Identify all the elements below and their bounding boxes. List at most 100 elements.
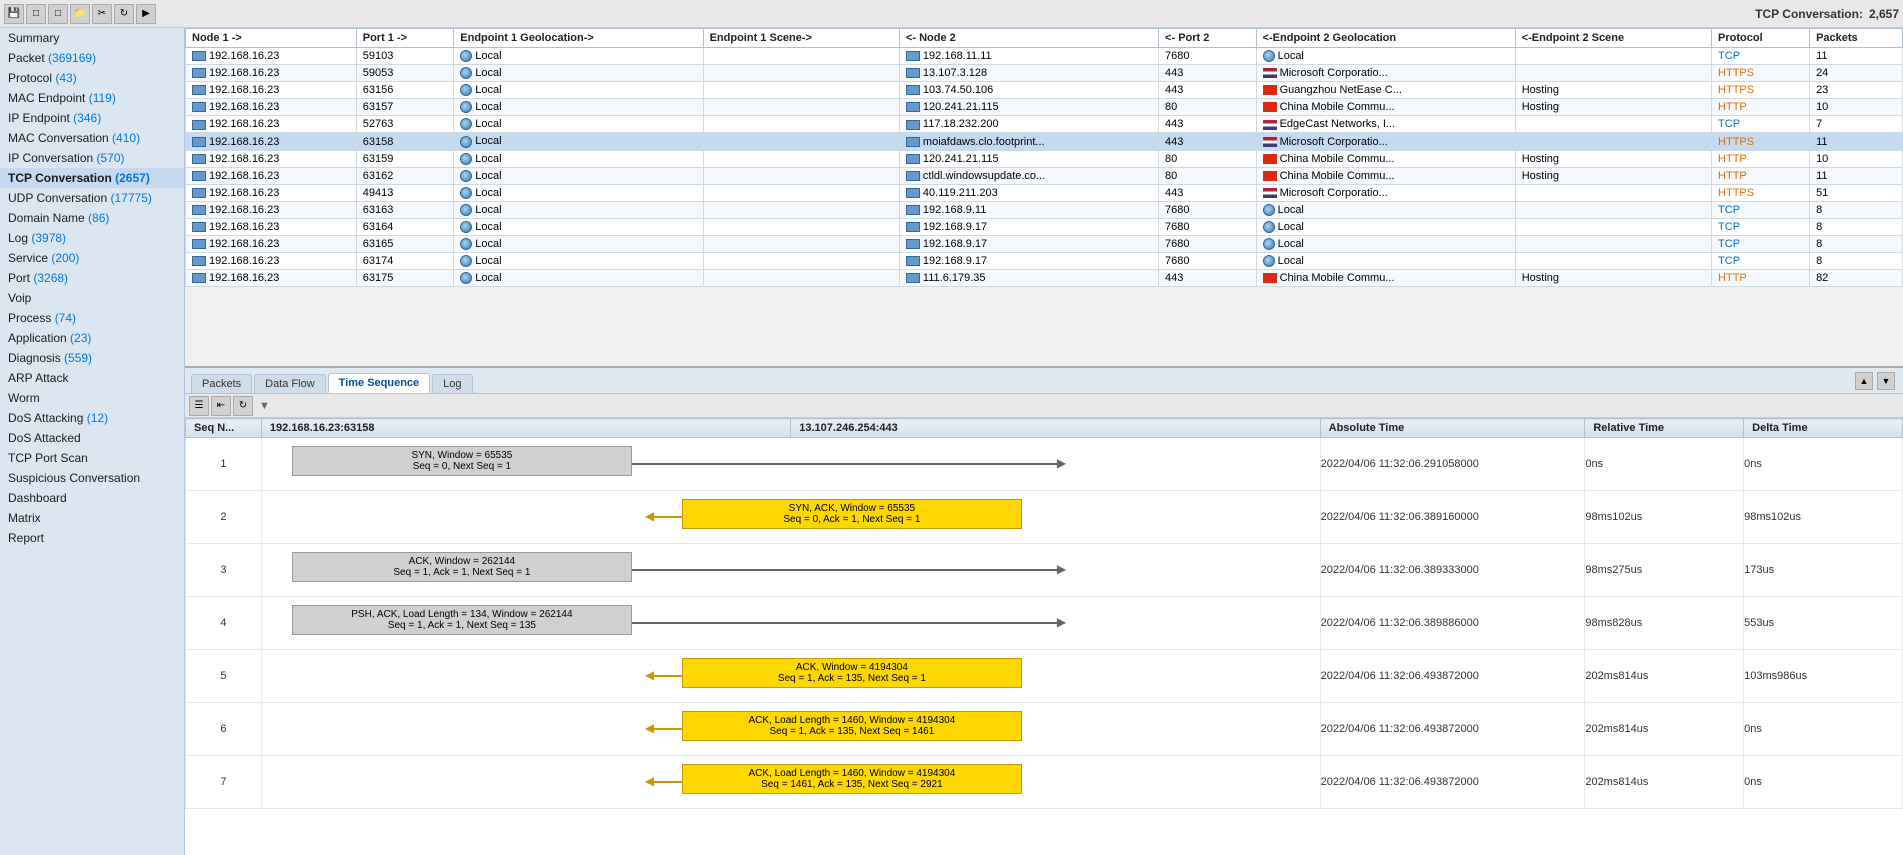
geo2-cell: China Mobile Commu... [1256,270,1515,287]
scene2-cell [1515,116,1711,133]
geo2-cell: China Mobile Commu... [1256,167,1515,184]
table-row[interactable]: 192.168.16.2363159Local120.241.21.11580C… [186,150,1903,167]
sidebar-item-application[interactable]: Application (23) [0,328,184,348]
sidebar-item-mac-endpoint[interactable]: MAC Endpoint (119) [0,88,184,108]
sidebar-item-dos-attacked[interactable]: DoS Attacked [0,428,184,448]
table-row[interactable]: 192.168.16.2363165Local192.168.9.177680L… [186,236,1903,253]
table-row[interactable]: 192.168.16.2363162Localctldl.windowsupda… [186,167,1903,184]
packets-cell: 8 [1810,218,1903,235]
geo2-cell: Microsoft Corporatio... [1256,133,1515,150]
sidebar-item-suspicious-conversation[interactable]: Suspicious Conversation [0,468,184,488]
sidebar-item-protocol[interactable]: Protocol (43) [0,68,184,88]
table-col-protocol[interactable]: Protocol [1712,29,1810,48]
table-row[interactable]: 192.168.16.2363174Local192.168.9.177680L… [186,253,1903,270]
protocol-cell: TCP [1712,48,1810,65]
toolbar-btn-play[interactable]: ▶ [136,4,156,24]
toolbar-btn-cut[interactable]: ✂ [92,4,112,24]
tab-time-sequence[interactable]: Time Sequence [328,373,431,393]
table-col-endpoint-1-scene--[interactable]: Endpoint 1 Scene-> [703,29,899,48]
table-col-endpoint-1-geolocation--[interactable]: Endpoint 1 Geolocation-> [454,29,703,48]
sidebar-item-voip[interactable]: Voip [0,288,184,308]
sidebar: SummaryPacket (369169)Protocol (43)MAC E… [0,28,185,855]
sidebar-item-ip-endpoint[interactable]: IP Endpoint (346) [0,108,184,128]
table-col-packets[interactable]: Packets [1810,29,1903,48]
node1-cell: 192.168.16.23 [186,116,357,133]
bottom-toolbar-refresh[interactable]: ↻ [233,396,253,416]
bottom-toolbar: ☰ ⇤ ↻ ▼ [185,394,1903,418]
seq-table-row[interactable]: 1SYN, Window = 65535Seq = 0, Next Seq = … [186,438,1903,491]
toolbar-btn-refresh[interactable]: ↻ [114,4,134,24]
table-row[interactable]: 192.168.16.2359053Local13.107.3.128443Mi… [186,65,1903,82]
sidebar-item-tcp-port-scan[interactable]: TCP Port Scan [0,448,184,468]
tabs-collapse-btn[interactable]: ▼ [1877,372,1895,390]
sidebar-item-worm[interactable]: Worm [0,388,184,408]
sidebar-item-process[interactable]: Process (74) [0,308,184,328]
table-row[interactable]: 192.168.16.2363163Local192.168.9.117680L… [186,201,1903,218]
scene1-cell [703,116,899,133]
seq-table-row[interactable]: 4PSH, ACK, Load Length = 134, Window = 2… [186,597,1903,650]
table-row[interactable]: 192.168.16.2352763Local117.18.232.200443… [186,116,1903,133]
tab-data-flow[interactable]: Data Flow [254,374,326,393]
sidebar-item-mac-conversation[interactable]: MAC Conversation (410) [0,128,184,148]
table-row[interactable]: 192.168.16.2363157Local120.241.21.11580C… [186,99,1903,116]
sidebar-item-arp-attack[interactable]: ARP Attack [0,368,184,388]
sidebar-item-service[interactable]: Service (200) [0,248,184,268]
table-col-node-1---[interactable]: Node 1 -> [186,29,357,48]
table-row[interactable]: 192.168.16.2363164Local192.168.9.177680L… [186,218,1903,235]
sidebar-item-packet[interactable]: Packet (369169) [0,48,184,68]
table-row[interactable]: 192.168.16.2363156Local103.74.50.106443G… [186,82,1903,99]
sidebar-item-domain-name[interactable]: Domain Name (86) [0,208,184,228]
seq-table-row[interactable]: 3ACK, Window = 262144Seq = 1, Ack = 1, N… [186,544,1903,597]
packets-cell: 11 [1810,133,1903,150]
node2-cell: 192.168.9.17 [899,253,1158,270]
sidebar-item-summary[interactable]: Summary [0,28,184,48]
scene1-cell [703,167,899,184]
toolbar-btn-1[interactable]: 💾 [4,4,24,24]
seq-table-row[interactable]: 6ACK, Load Length = 1460, Window = 41943… [186,703,1903,756]
scene1-cell [703,150,899,167]
abs-time: 2022/04/06 11:32:06.493872000 [1320,650,1585,703]
table-col----node-2[interactable]: <- Node 2 [899,29,1158,48]
table-col---endpoint-2-geolocation[interactable]: <-Endpoint 2 Geolocation [1256,29,1515,48]
table-row[interactable]: 192.168.16.2363158Localmoiafdaws.clo.foo… [186,133,1903,150]
tab-packets[interactable]: Packets [191,374,252,393]
toolbar-right: TCP Conversation: 2,657 [1755,7,1899,21]
table-row[interactable]: 192.168.16.2363175Local111.6.179.35443Ch… [186,270,1903,287]
sidebar-item-tcp-conversation[interactable]: TCP Conversation (2657) [0,168,184,188]
toolbar-btn-2[interactable]: □ [26,4,46,24]
sidebar-item-matrix[interactable]: Matrix [0,508,184,528]
sidebar-item-log[interactable]: Log (3978) [0,228,184,248]
table-row[interactable]: 192.168.16.2349413Local40.119.211.203443… [186,184,1903,201]
seq-table-row[interactable]: 5ACK, Window = 4194304Seq = 1, Ack = 135… [186,650,1903,703]
scene2-cell: Hosting [1515,167,1711,184]
table-col---endpoint-2-scene[interactable]: <-Endpoint 2 Scene [1515,29,1711,48]
tab-log[interactable]: Log [432,374,472,393]
protocol-cell: HTTPS [1712,133,1810,150]
sidebar-item-port[interactable]: Port (3268) [0,268,184,288]
sidebar-item-ip-conversation[interactable]: IP Conversation (570) [0,148,184,168]
sidebar-item-dashboard[interactable]: Dashboard [0,488,184,508]
sidebar-item-diagnosis[interactable]: Diagnosis (559) [0,348,184,368]
toolbar-btn-open[interactable]: 📁 [70,4,90,24]
port1-cell: 63157 [356,99,454,116]
table-col----port-2[interactable]: <- Port 2 [1159,29,1257,48]
sidebar-item-report[interactable]: Report [0,528,184,548]
seq-table-row[interactable]: 2SYN, ACK, Window = 65535Seq = 0, Ack = … [186,491,1903,544]
scene1-cell [703,253,899,270]
bottom-toolbar-btn-1[interactable]: ☰ [189,396,209,416]
toolbar-btn-3[interactable]: □ [48,4,68,24]
port2-cell: 80 [1159,99,1257,116]
table-row[interactable]: 192.168.16.2359103Local192.168.11.117680… [186,48,1903,65]
seq-table-row[interactable]: 7ACK, Load Length = 1460, Window = 41943… [186,756,1903,809]
node2-cell: moiafdaws.clo.footprint... [899,133,1158,150]
rel-time: 98ms828us [1585,597,1744,650]
sidebar-item-udp-conversation[interactable]: UDP Conversation (17775) [0,188,184,208]
bottom-toolbar-btn-2[interactable]: ⇤ [211,396,231,416]
tabs-expand-btn[interactable]: ▲ [1855,372,1873,390]
table-col-port-1---[interactable]: Port 1 -> [356,29,454,48]
sidebar-item-dos-attacking[interactable]: DoS Attacking (12) [0,408,184,428]
port2-cell: 7680 [1159,48,1257,65]
abs-time: 2022/04/06 11:32:06.389333000 [1320,544,1585,597]
node2-cell: 192.168.9.17 [899,218,1158,235]
packets-cell: 23 [1810,82,1903,99]
